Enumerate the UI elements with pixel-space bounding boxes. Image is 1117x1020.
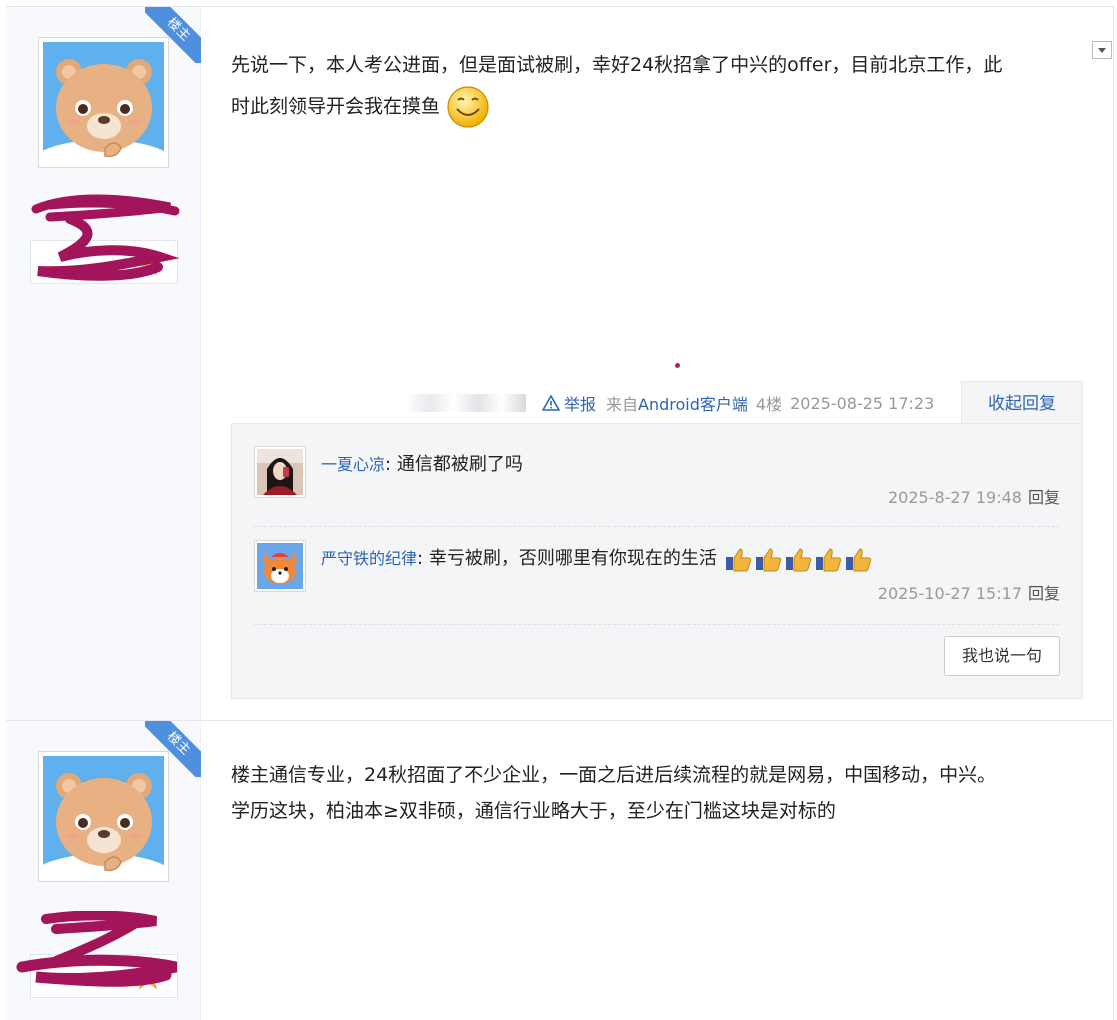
reply-text: 严守铁的纪律: 幸亏被刷，否则哪里有你现在的生活 (321, 544, 873, 572)
say-something-button[interactable]: 我也说一句 (944, 636, 1060, 676)
post-tail: 举报 来自Android客户端 4楼 2025-08-25 17:23 (406, 383, 934, 423)
fold-replies-button[interactable]: 收起回复 (961, 381, 1083, 425)
smiley-icon (447, 86, 489, 128)
post-content: 先说一下，本人考公进面，但是面试被刷，幸好24秋招拿了中兴的offer，目前北京… (231, 45, 1081, 129)
thumbs-up-icon (845, 548, 871, 572)
reply-time: 2025-10-27 15:17 (877, 584, 1022, 603)
reply-text: 一夏心凉: 通信都被刷了吗 (321, 454, 523, 475)
thumbs-up-group (723, 546, 873, 572)
reply-meta: 2025-8-27 19:48 回复 (888, 484, 1060, 508)
collapse-arrow-icon[interactable] (1092, 41, 1112, 59)
divider (254, 526, 1060, 527)
thumbs-up-icon (755, 548, 781, 572)
post-line-2: 学历这块，柏油本≥双非硕，通信行业略大于，至少在门槛这块是对标的 (231, 800, 836, 822)
post-floor-4: 楼主 先说一下，本人考公进面，但是面试被刷，幸好24秋招拿了中兴的offer，目… (6, 6, 1114, 720)
reply-time: 2025-8-27 19:48 (887, 488, 1022, 507)
op-badge: 楼主 (145, 7, 201, 63)
thumbs-up-icon (725, 548, 751, 572)
client-link[interactable]: Android客户端 (638, 395, 748, 414)
client-source: 来自Android客户端 (606, 395, 748, 414)
list-item: 严守铁的纪律: 幸亏被刷，否则哪里有你现在的生活 2025-10-27 15:1… (254, 540, 1060, 616)
blurred-text (406, 394, 526, 412)
author-sidebar (6, 7, 201, 720)
warning-icon (542, 395, 560, 411)
level-badge (30, 954, 178, 998)
post-time: 2025-08-25 17:23 (790, 393, 935, 413)
post-line-1: 楼主通信专业，24秋招面了不少企业，一面之后进后续流程的就是网易，中国移动，中兴… (231, 764, 997, 786)
thumbs-up-icon (785, 548, 811, 572)
reply-button[interactable]: 回复 (1028, 584, 1060, 603)
list-item: 一夏心凉: 通信都被刷了吗 2025-8-27 19:48 回复 (254, 446, 1060, 522)
post-content: 楼主通信专业，24秋招面了不少企业，一面之后进后续流程的就是网易，中国移动，中兴… (231, 757, 1081, 829)
reply-button[interactable]: 回复 (1028, 488, 1060, 507)
post-line-1: 先说一下，本人考公进面，但是面试被刷，幸好24秋招拿了中兴的offer，目前北京… (231, 54, 1003, 76)
reply-list: 一夏心凉: 通信都被刷了吗 2025-8-27 19:48 回复 严守铁的纪律:… (231, 423, 1083, 699)
reply-meta: 2025-10-27 15:17 回复 (878, 580, 1060, 604)
floor-number: 4楼 (755, 395, 783, 414)
report-link[interactable]: 举报 (542, 391, 596, 415)
avatar[interactable] (254, 540, 306, 592)
thumbs-up-icon (815, 548, 841, 572)
divider (254, 624, 1060, 625)
user-photo-icon (257, 449, 303, 495)
op-badge: 楼主 (145, 721, 201, 777)
avatar[interactable] (254, 446, 306, 498)
reply-username[interactable]: 一夏心凉 (321, 455, 385, 474)
reply-username[interactable]: 严守铁的纪律 (321, 549, 417, 568)
post-floor-5: 楼主 楼主通信专业，24秋招面了不少企业，一面之后进后续流程的就是网易，中国移动… (6, 720, 1114, 1020)
star-icon (133, 961, 163, 990)
star-icon (133, 247, 163, 276)
level-badge (30, 240, 178, 284)
fox-avatar-icon (257, 543, 303, 589)
decorative-dot (675, 363, 680, 368)
post-line-2: 时此刻领导开会我在摸鱼 (231, 85, 1081, 129)
